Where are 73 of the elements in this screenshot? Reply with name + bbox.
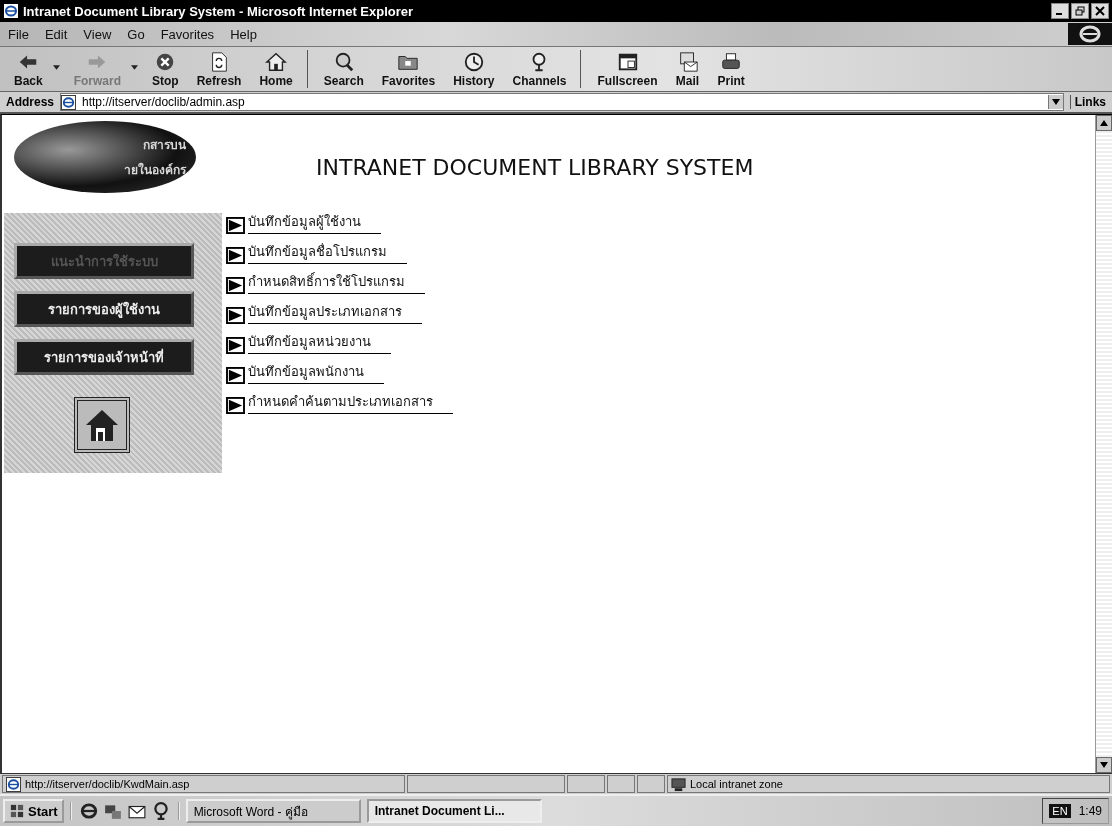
page-icon: [61, 94, 77, 110]
clock: 1:49: [1078, 804, 1102, 818]
window-title: Intranet Document Library System - Microsoft Internet Explorer: [23, 3, 414, 19]
menu-link[interactable]: บันทึกข้อมูลชื่อโปรแกรม: [248, 241, 407, 264]
toolbar-button[interactable]: Search: [319, 50, 368, 88]
browser-icon: [3, 3, 19, 19]
toolbar-button[interactable]: Channels: [508, 50, 571, 88]
menu-item[interactable]: Help: [230, 26, 257, 42]
status-pane: [567, 775, 605, 793]
scrollbar[interactable]: [1095, 115, 1112, 773]
status-url: http://itserver/doclib/KwdMain.asp: [2, 775, 405, 793]
toolbar-button[interactable]: Stop: [148, 50, 183, 88]
links-button[interactable]: Links: [1069, 95, 1106, 109]
arrow-icon: [226, 307, 245, 324]
down-arrow-icon: [1100, 762, 1108, 768]
toolbar-button[interactable]: Refresh: [192, 50, 246, 88]
toolbar-button[interactable]: Print: [713, 50, 749, 88]
toolbar-button[interactable]: Mail: [671, 50, 704, 88]
home-icon: [264, 50, 289, 73]
toolbar-button[interactable]: Back: [10, 50, 47, 88]
menu-link[interactable]: บันทึกข้อมูลหน่วยงาน: [248, 331, 391, 354]
menu-link[interactable]: บันทึกข้อมูลผู้ใช้งาน: [248, 211, 381, 234]
scroll-down-button[interactable]: [1096, 757, 1112, 773]
address-field[interactable]: http://itserver/doclib/admin.asp: [60, 93, 1064, 111]
logo-oval: กสารบน ายในองค์กร: [14, 121, 196, 193]
language-indicator[interactable]: EN: [1049, 804, 1071, 818]
arrow-icon: [226, 397, 245, 414]
minimize-button[interactable]: [1051, 3, 1069, 19]
page-heading: INTRANET DOCUMENT LIBRARY SYSTEM: [316, 155, 755, 182]
restore-icon: [1075, 6, 1085, 16]
arrow-icon: [226, 367, 245, 384]
arrow-icon: [226, 217, 245, 234]
menu-link[interactable]: กำหนดสิทธิ์การใช้โปรแกรม: [248, 271, 425, 294]
browser-icon[interactable]: [79, 802, 98, 820]
windows-logo-icon: [9, 804, 25, 818]
status-pane: [607, 775, 635, 793]
start-button[interactable]: Start: [3, 799, 64, 823]
up-arrow-icon: [1100, 120, 1108, 126]
arrow-icon: [226, 247, 245, 264]
close-button[interactable]: [1091, 3, 1109, 19]
menu-link[interactable]: บันทึกข้อมูลประเภทเอกสาร: [248, 301, 422, 324]
browser-logo-icon: [1068, 23, 1112, 45]
satellite-dish-icon[interactable]: [151, 802, 170, 820]
scroll-up-button[interactable]: [1096, 115, 1112, 131]
computer-icon: [671, 776, 686, 792]
toolbar-button[interactable]: Favorites: [377, 50, 440, 88]
minimize-icon: [1056, 13, 1062, 15]
toolbar-button[interactable]: Fullscreen: [593, 50, 662, 88]
taskbar-button[interactable]: Intranet Document Li...: [366, 799, 542, 823]
close-icon: [1095, 6, 1105, 16]
toolbar-button[interactable]: History: [449, 50, 499, 88]
menu-link[interactable]: กำหนดคำค้นตามประเภทเอกสาร: [248, 391, 453, 414]
dropdown-arrow-icon: [1051, 99, 1060, 105]
home-button[interactable]: [74, 397, 130, 453]
security-zone: Local intranet zone: [667, 775, 1110, 793]
menu-item[interactable]: Favorites: [160, 26, 215, 42]
sidebar-button[interactable]: รายการของผู้ใช้งาน: [14, 291, 194, 327]
menu-item[interactable]: File: [8, 26, 29, 42]
dropdown-arrow-icon[interactable]: [52, 64, 60, 70]
dropdown-button[interactable]: [1047, 95, 1063, 109]
desktop-icon[interactable]: [103, 802, 122, 820]
toolbar-button[interactable]: Home: [255, 50, 297, 88]
arrow-icon: [226, 277, 245, 294]
restore-button[interactable]: [1071, 3, 1089, 19]
address-label: Address: [6, 95, 55, 109]
sidebar-button[interactable]: รายการของเจ้าหน้าที่: [14, 339, 194, 375]
menu-item[interactable]: Go: [127, 26, 145, 42]
taskbar-button[interactable]: Microsoft Word - คู่มือ: [185, 799, 361, 823]
menu-item[interactable]: Edit: [44, 26, 68, 42]
menu-link[interactable]: บันทึกข้อมูลพนักงาน: [248, 361, 384, 384]
arrow-icon: [226, 337, 245, 354]
menu-item[interactable]: View: [83, 26, 112, 42]
status-pane: [637, 775, 665, 793]
